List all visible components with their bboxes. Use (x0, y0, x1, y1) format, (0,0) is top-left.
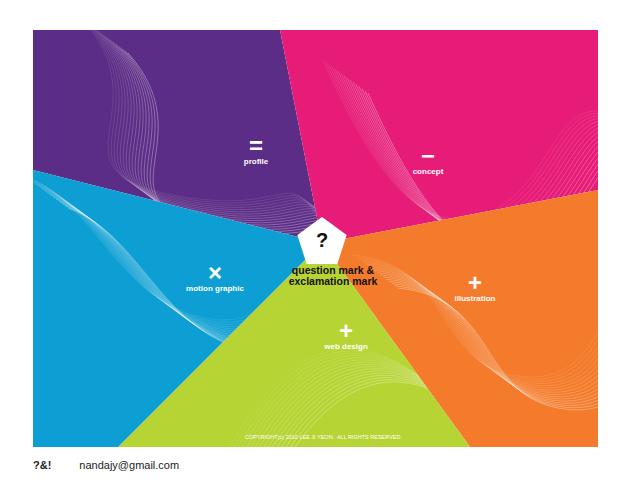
section-label: concept (413, 167, 444, 177)
title-line: exclamation mark (263, 276, 403, 287)
section-label: motion graphic (186, 284, 244, 294)
section-icon: × (208, 262, 222, 284)
section-link[interactable]: =profile (221, 135, 291, 167)
question-mark-icon[interactable]: ? (312, 228, 332, 252)
footer-email[interactable]: nandajy@gmail.com (79, 459, 179, 471)
section-icon: − (421, 145, 435, 167)
section-link[interactable]: +web design (311, 320, 381, 352)
section-icon: + (339, 320, 353, 342)
section-label: illustration (455, 294, 496, 304)
footer-logo[interactable]: ?&! (33, 459, 51, 471)
section-icon: = (249, 135, 263, 157)
section-label: web design (324, 342, 368, 352)
section-label: profile (244, 157, 268, 167)
title-line: question mark & (263, 265, 403, 276)
page: ? question mark &exclamation mark =profile… (0, 0, 630, 482)
section-wedge[interactable] (33, 170, 378, 447)
section-icon: + (468, 272, 482, 294)
splash-panel: ? question mark &exclamation mark =profile… (33, 30, 598, 447)
footer: ?&! nandajy@gmail.com (33, 457, 630, 473)
section-link[interactable]: +illustration (440, 272, 510, 304)
wedge-diagram (33, 30, 598, 447)
section-link[interactable]: ×motion graphic (180, 262, 250, 294)
center-pentagon[interactable] (297, 217, 346, 264)
site-title: question mark &exclamation mark (263, 265, 403, 287)
section-link[interactable]: −concept (393, 145, 463, 177)
copyright: COPYRIGHT(c) 2010 LEE JI YEON. ALL RIGHT… (245, 434, 402, 440)
